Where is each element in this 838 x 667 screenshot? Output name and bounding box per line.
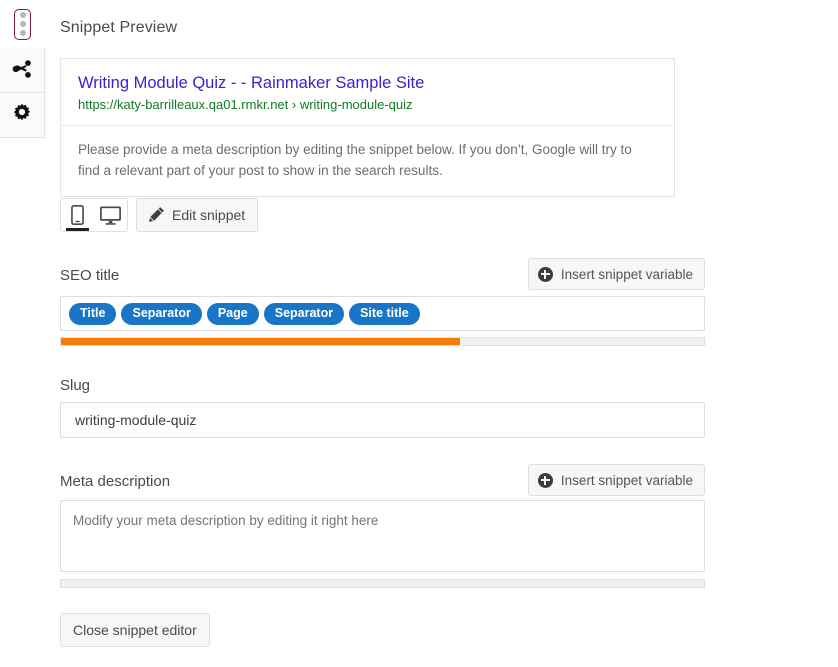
snippet-url: https://katy-barrilleaux.qa01.rmkr.net ›…	[78, 96, 657, 113]
token-site-title[interactable]: Site title	[349, 303, 420, 325]
snippet-controls-row: Edit snippet	[60, 198, 258, 232]
plus-circle-icon	[538, 267, 553, 282]
seo-title-label: SEO title	[60, 267, 119, 284]
pencil-icon	[149, 206, 165, 225]
mobile-icon	[71, 202, 84, 228]
device-mobile-button[interactable]	[61, 199, 94, 231]
slug-input[interactable]: writing-module-quiz	[60, 402, 705, 438]
plus-circle-icon	[538, 473, 553, 488]
meta-description-value: Modify your meta description by editing …	[73, 511, 692, 530]
page-title: Snippet Preview	[60, 19, 177, 37]
slug-label: Slug	[60, 377, 90, 394]
insert-variable-label: Insert snippet variable	[561, 473, 693, 488]
edit-snippet-label: Edit snippet	[172, 207, 245, 223]
drag-dot	[20, 12, 26, 18]
snippet-preview-card: Writing Module Quiz - - Rainmaker Sample…	[60, 58, 675, 197]
device-toggle-group	[60, 198, 128, 232]
token-separator-2[interactable]: Separator	[264, 303, 344, 325]
close-snippet-editor-button[interactable]: Close snippet editor	[60, 613, 210, 647]
meta-description-insert-variable-button[interactable]: Insert snippet variable	[528, 464, 705, 496]
drag-dot	[20, 30, 26, 36]
drag-handle-button[interactable]	[0, 0, 45, 48]
drag-dot	[20, 21, 26, 27]
token-page[interactable]: Page	[207, 303, 259, 325]
meta-description-textarea[interactable]: Modify your meta description by editing …	[60, 500, 705, 572]
snippet-title-link[interactable]: Writing Module Quiz - - Rainmaker Sample…	[78, 73, 657, 93]
slug-value: writing-module-quiz	[75, 412, 196, 428]
meta-description-progress-bar	[60, 579, 705, 588]
device-desktop-button[interactable]	[94, 199, 127, 231]
drag-handle-icon	[14, 9, 31, 40]
token-title[interactable]: Title	[69, 303, 116, 325]
close-snippet-editor-label: Close snippet editor	[73, 622, 197, 638]
settings-button[interactable]	[0, 93, 45, 138]
meta-description-label: Meta description	[60, 473, 170, 490]
token-separator-1[interactable]: Separator	[121, 303, 201, 325]
snippet-result: Writing Module Quiz - - Rainmaker Sample…	[61, 59, 674, 125]
seo-title-progress-fill	[61, 338, 460, 345]
share-button[interactable]	[0, 48, 45, 93]
seo-title-input[interactable]: Title Separator Page Separator Site titl…	[60, 296, 705, 331]
seo-title-progress-bar	[60, 337, 705, 346]
seo-title-insert-variable-button[interactable]: Insert snippet variable	[528, 258, 705, 290]
share-icon	[11, 58, 33, 83]
icon-rail	[0, 0, 45, 667]
edit-snippet-button[interactable]: Edit snippet	[136, 198, 258, 232]
snippet-hint-text: Please provide a meta description by edi…	[61, 126, 674, 196]
main-panel: Snippet Preview Writing Module Quiz - - …	[45, 0, 838, 667]
insert-variable-label: Insert snippet variable	[561, 267, 693, 282]
gear-icon	[10, 102, 34, 129]
desktop-icon	[100, 202, 121, 228]
